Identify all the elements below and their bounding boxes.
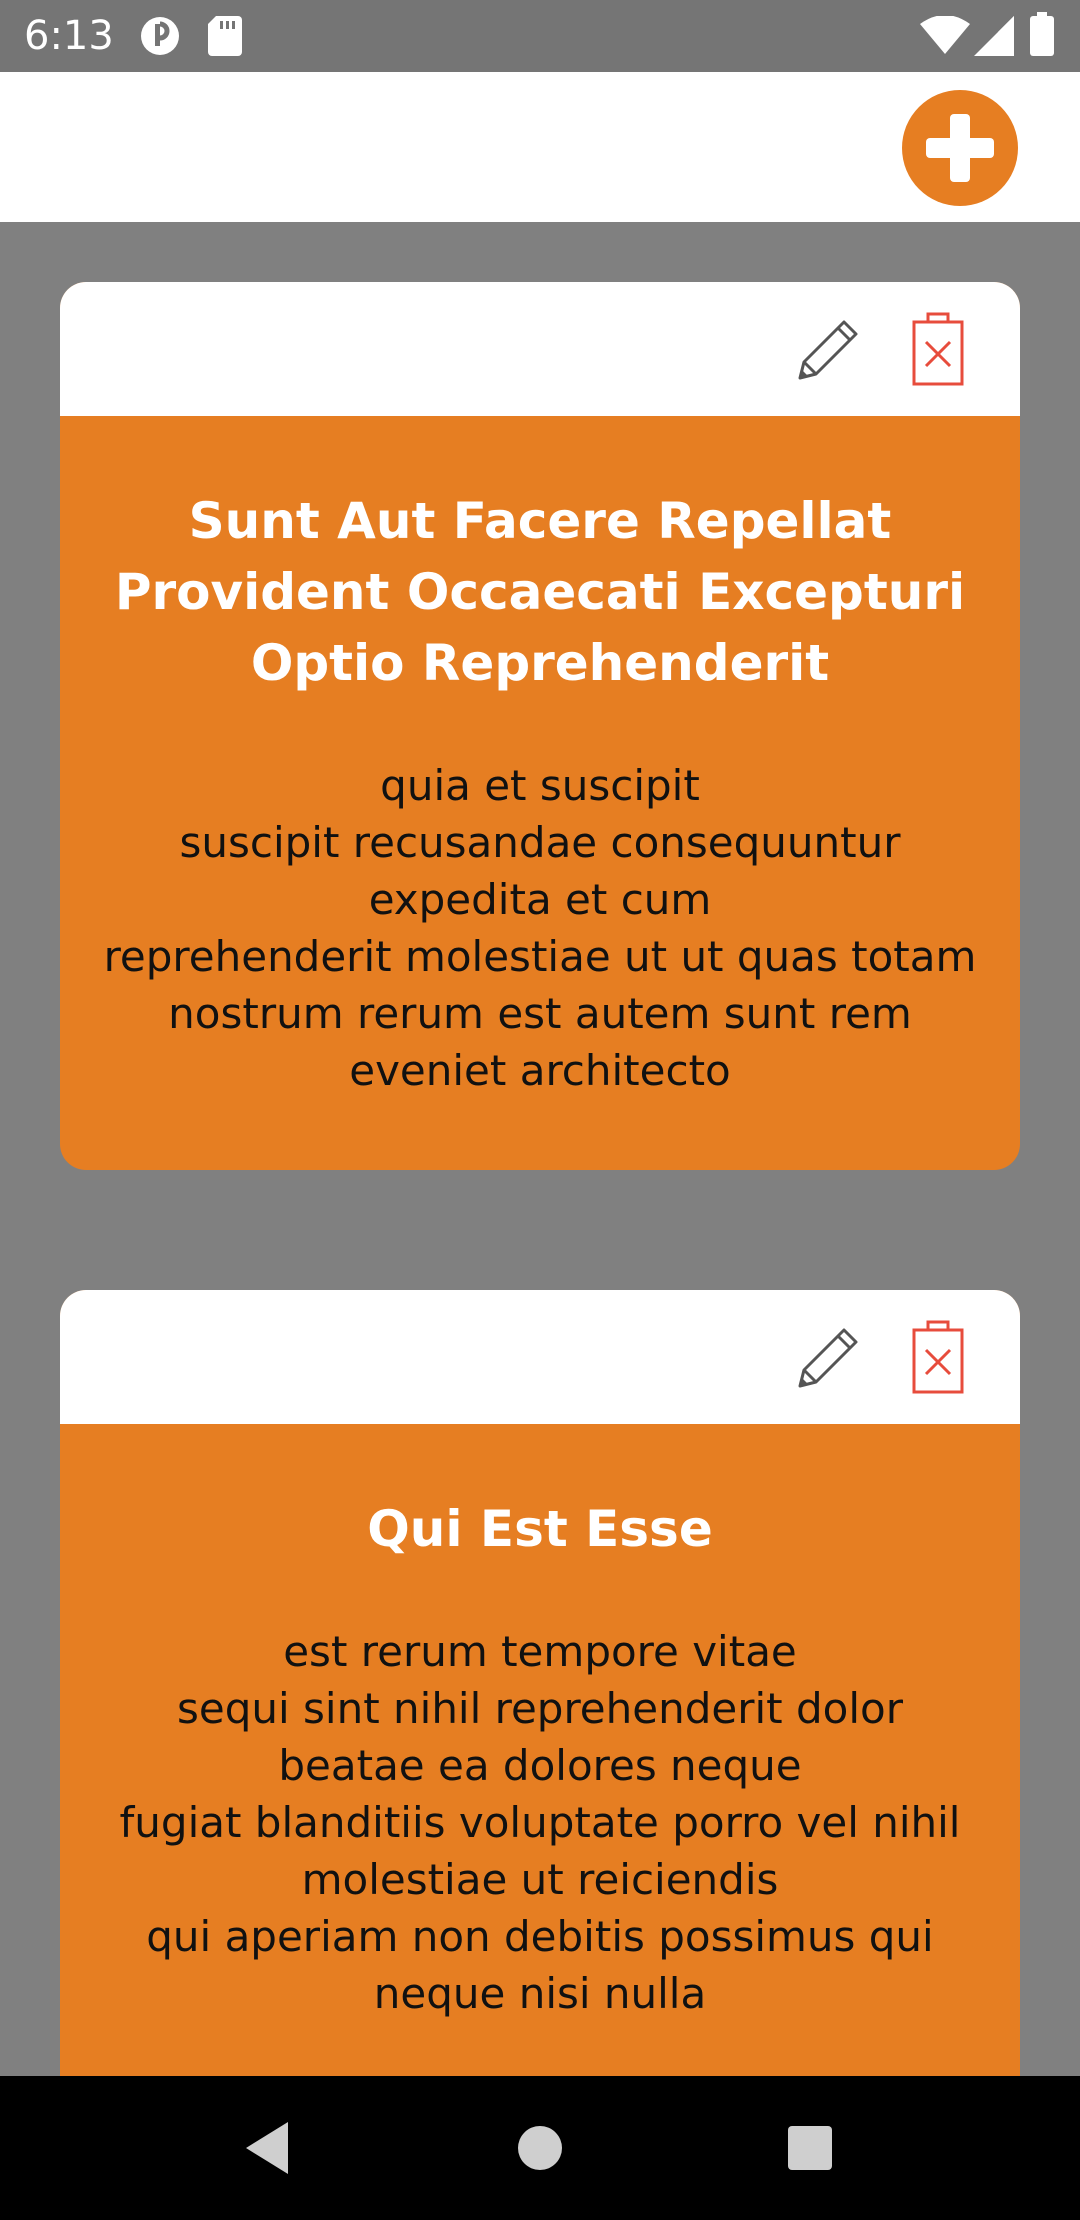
delete-icon	[912, 312, 964, 386]
sd-card-icon	[208, 16, 242, 60]
delete-post-button[interactable]	[900, 310, 976, 390]
post-card-header	[60, 282, 1020, 416]
post-card-body: Qui Est Esse est rerum tempore vitae seq…	[60, 1424, 1020, 2062]
post-card: Sunt Aut Facere Repellat Provident Occae…	[60, 282, 1020, 1170]
delete-post-button[interactable]	[900, 1318, 976, 1398]
post-title: Sunt Aut Facere Repellat Provident Occae…	[114, 492, 966, 692]
edit-post-button[interactable]	[790, 312, 866, 388]
home-icon	[518, 2126, 562, 2170]
battery-icon	[1030, 12, 1054, 60]
post-title: Qui Est Esse	[367, 1500, 713, 1558]
post-body: quia et suscipit suscipit recusandae con…	[103, 761, 977, 1095]
delete-icon	[912, 1320, 964, 1394]
post-card-body: Sunt Aut Facere Repellat Provident Occae…	[60, 416, 1020, 1139]
recents-icon	[788, 2126, 832, 2170]
app-icon	[138, 14, 182, 62]
pencil-icon	[798, 1328, 858, 1388]
recents-button[interactable]	[778, 2116, 842, 2180]
app-bar	[0, 72, 1080, 222]
add-post-button[interactable]	[902, 90, 1018, 206]
back-button[interactable]	[240, 2116, 304, 2180]
status-time: 6:13	[24, 13, 114, 59]
home-button[interactable]	[508, 2116, 572, 2180]
pencil-icon	[798, 320, 858, 380]
plus-icon	[926, 114, 994, 182]
navigation-bar	[0, 2076, 1080, 2220]
post-card-header	[60, 1290, 1020, 1424]
wifi-icon	[920, 15, 970, 60]
status-bar: 6:13	[0, 0, 1080, 72]
back-icon	[246, 2122, 288, 2174]
post-card: Qui Est Esse est rerum tempore vitae seq…	[60, 1290, 1020, 2076]
signal-icon	[974, 16, 1014, 60]
edit-post-button[interactable]	[790, 1320, 866, 1396]
post-list: Sunt Aut Facere Repellat Provident Occae…	[0, 222, 1080, 2076]
post-body: est rerum tempore vitae sequi sint nihil…	[119, 1627, 961, 2018]
